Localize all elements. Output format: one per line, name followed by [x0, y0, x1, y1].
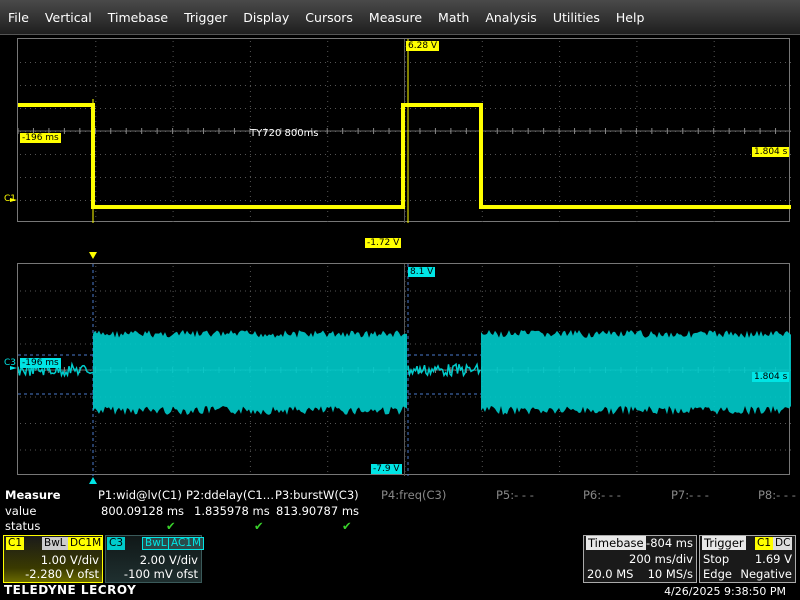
c1-bw-chip: BwL — [42, 537, 68, 550]
c3-right-time-label: 1.804 s — [752, 372, 790, 382]
timebase-tdiv: 200 ms/div — [629, 552, 693, 566]
c1-channel-panel[interactable]: C1 BwL DC1M 1.00 V/div -2.280 V ofst — [3, 535, 104, 583]
timebase-label: Timebase — [586, 536, 646, 550]
c1-label: C1 — [6, 537, 25, 550]
measure-status-row: status ✔ ✔ ✔ — [0, 519, 800, 534]
c3-coupling-chip: AC1M — [168, 537, 205, 550]
c3-channel-marker[interactable]: C3 — [4, 358, 16, 368]
measure-header: Measure — [5, 488, 61, 502]
param-p2-name[interactable]: P2:ddelay(C1… — [186, 488, 274, 502]
trigger-coupling-chip: DC — [773, 537, 793, 550]
param-p2-status-check-icon: ✔ — [254, 519, 264, 533]
trigger-source-chip: C1 — [755, 537, 774, 550]
c3-offset: -100 mV ofst — [123, 567, 198, 581]
c3-label: C3 — [107, 537, 126, 550]
timebase-panel[interactable]: Timebase -804 ms 200 ms/div 20.0 MS 10 M… — [583, 535, 697, 583]
trigger-panel[interactable]: Trigger C1 DC Stop 1.69 V Edge Negative — [699, 535, 796, 583]
param-p7-name[interactable]: P7:- - - — [671, 488, 709, 502]
param-p6-name[interactable]: P6:- - - — [583, 488, 621, 502]
param-p5-name[interactable]: P5:- - - — [496, 488, 534, 502]
c3-waveform-grid[interactable]: 8.1 V -7.9 V -196 ms 1.804 s — [17, 263, 791, 476]
trigger-level: 1.69 V — [754, 552, 792, 566]
datetime: 4/26/2025 9:38:50 PM — [664, 585, 786, 598]
trigger-slope: Negative — [740, 567, 792, 581]
brand-logo: TELEDYNE LECROY — [4, 583, 137, 597]
timebase-delay: -804 ms — [646, 536, 693, 550]
trigger-marker-top-icon[interactable] — [89, 252, 97, 259]
param-p1-status-check-icon: ✔ — [166, 519, 176, 533]
trigger-marker-bottom-icon[interactable] — [89, 477, 97, 484]
c3-bottom-level-label: -7.9 V — [371, 464, 402, 474]
c1-offset: -2.280 V ofst — [25, 567, 99, 581]
measure-status-label: status — [5, 519, 41, 533]
param-p2-value: 1.835978 ms — [194, 504, 270, 518]
param-p8-name[interactable]: P8:- - - — [758, 488, 796, 502]
trigger-mode: Stop — [703, 552, 730, 566]
timebase-rate: 10 MS/s — [647, 567, 693, 581]
c3-bw-chip: BwL — [142, 537, 170, 550]
param-p3-value: 813.90787 ms — [276, 504, 360, 518]
c1-coupling-chip: DC1M — [68, 537, 104, 550]
param-p3-name[interactable]: P3:burstW(C3) — [275, 488, 359, 502]
measure-value-row: value 800.09128 ms 1.835978 ms 813.90787… — [0, 504, 800, 519]
timebase-samples: 20.0 MS — [587, 567, 634, 581]
c3-burst — [481, 330, 791, 415]
param-p1-value: 800.09128 ms — [101, 504, 185, 518]
trigger-type: Edge — [703, 567, 732, 581]
param-p3-status-check-icon: ✔ — [342, 519, 352, 533]
c3-top-level-label: 8.1 V — [408, 267, 436, 277]
c3-left-time-label: -196 ms — [20, 358, 61, 368]
param-p1-name[interactable]: P1:wid@lv(C1) — [98, 488, 182, 502]
measure-value-label: value — [5, 504, 37, 518]
c3-vdiv: 2.00 V/div — [139, 553, 198, 567]
measure-header-row: Measure P1:wid@lv(C1) P2:ddelay(C1… P3:b… — [0, 488, 800, 503]
c3-channel-panel[interactable]: C3 BwL AC1M 2.00 V/div -100 mV ofst — [105, 535, 205, 583]
param-p4-name[interactable]: P4:freq(C3) — [381, 488, 446, 502]
trigger-label: Trigger — [702, 536, 746, 550]
c3-burst — [93, 330, 407, 415]
measure-table[interactable]: Measure P1:wid@lv(C1) P2:ddelay(C1… P3:b… — [0, 486, 800, 534]
c1-vdiv: 1.00 V/div — [40, 553, 99, 567]
c3-waveform-svg — [18, 264, 791, 476]
c1-ground-marker-icon[interactable] — [10, 198, 17, 202]
